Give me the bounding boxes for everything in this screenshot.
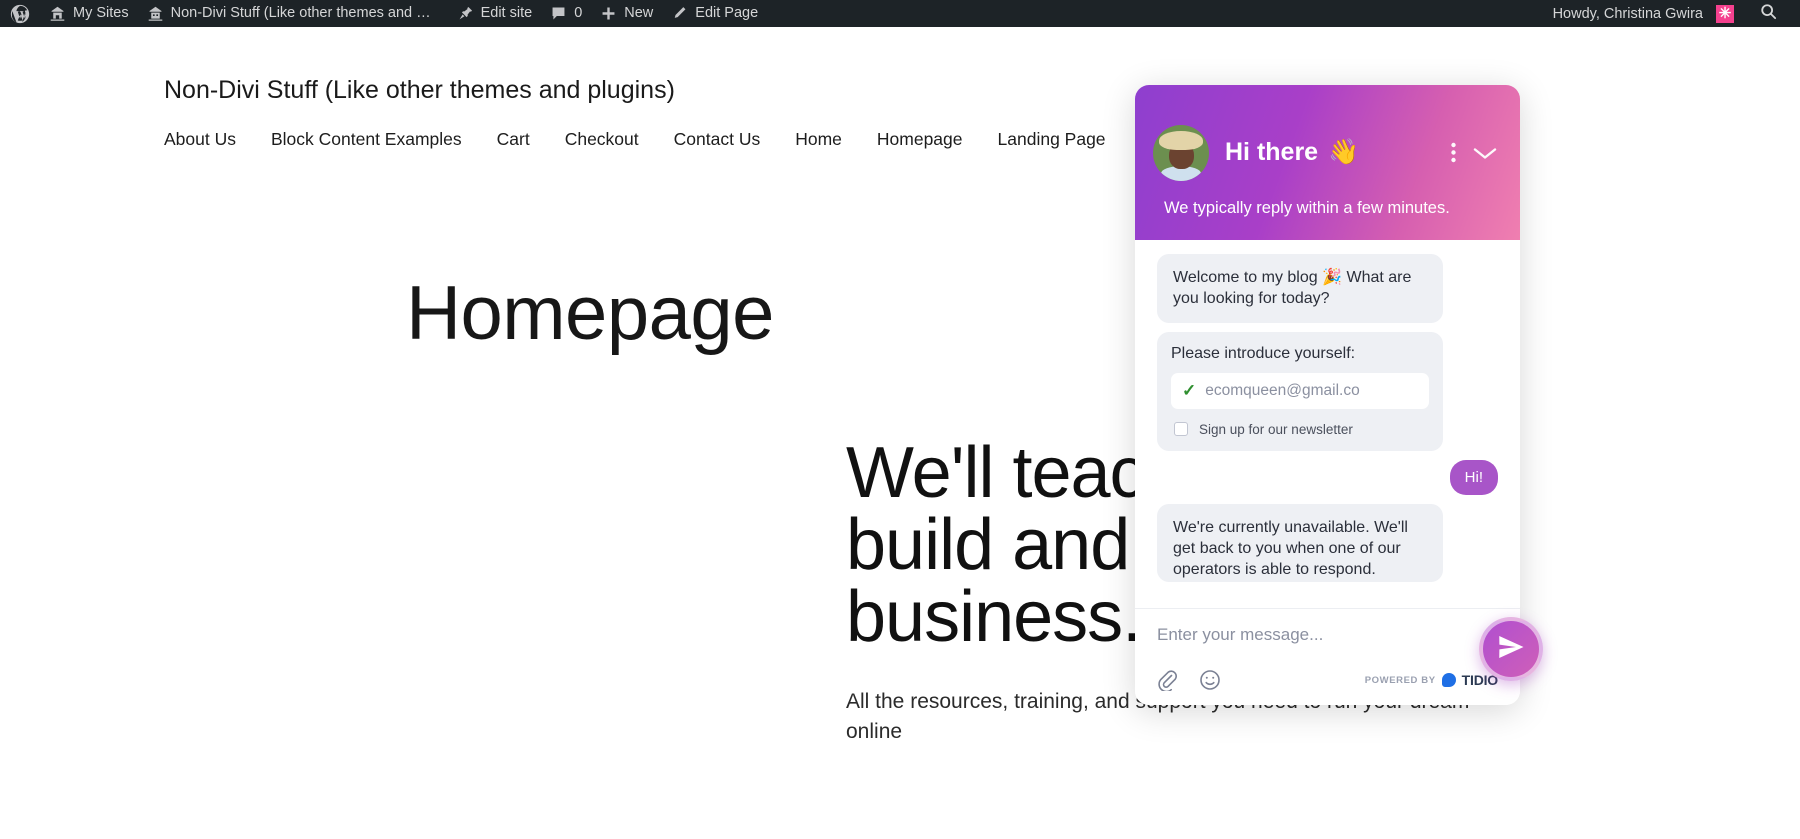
nav-item-cart[interactable]: Cart [497, 127, 547, 151]
chat-message-bot: We're currently unavailable. We'll get b… [1157, 503, 1443, 582]
site-icon [147, 5, 164, 22]
admin-bar-left-group: My Sites Non-Divi Stuff (Like other them… [0, 0, 767, 27]
chat-message-user: Hi! [1449, 459, 1498, 495]
chat-footer-row: POWERED BY TIDIO [1157, 669, 1498, 691]
page-title: Homepage [406, 271, 774, 356]
admin-bar-label: New [624, 5, 654, 21]
email-field-value: ecomqueen@gmail.co [1205, 381, 1360, 399]
admin-bar-item-edit-site[interactable]: Edit site [448, 0, 542, 27]
chat-header-actions [1451, 142, 1502, 163]
chat-message-list[interactable]: Welcome to my blog 🎉 What are you lookin… [1135, 240, 1520, 608]
admin-bar-item-site-name[interactable]: Non-Divi Stuff (Like other themes and pl… [138, 0, 448, 27]
nav-item-contact-us[interactable]: Contact Us [674, 127, 778, 151]
tidio-logo-icon [1441, 673, 1456, 687]
wordpress-logo-icon [9, 3, 31, 25]
send-icon [1496, 632, 1526, 667]
admin-bar-item-new[interactable]: New [591, 0, 662, 27]
chevron-down-icon[interactable] [1472, 145, 1498, 161]
nav-item-about-us[interactable]: About Us [164, 127, 253, 151]
nav-item-checkout[interactable]: Checkout [565, 127, 656, 151]
email-field[interactable]: ✓ ecomqueen@gmail.co [1171, 372, 1429, 409]
operator-avatar [1153, 124, 1209, 181]
pencil-icon [671, 5, 688, 22]
nav-item-block-content-examples[interactable]: Block Content Examples [271, 127, 479, 151]
chat-greeting-text: Hi there [1225, 138, 1319, 166]
chat-widget-footer: Enter your message... POWERED BY TIDIO [1135, 608, 1520, 705]
howdy-label: Howdy, Christina Gwira [1552, 5, 1703, 22]
send-button[interactable] [1479, 617, 1543, 681]
newsletter-label: Sign up for our newsletter [1199, 421, 1353, 437]
admin-bar-label: Edit site [480, 5, 533, 21]
paperclip-icon[interactable] [1157, 669, 1177, 691]
chat-widget-header: Hi there 👋 We typically reply within a f… [1135, 85, 1520, 240]
admin-bar-item-comments[interactable]: 0 [541, 0, 591, 27]
search-icon [1759, 2, 1778, 25]
admin-bar-label: Edit Page [695, 5, 759, 21]
chat-prechat-form: Please introduce yourself: ✓ ecomqueen@g… [1157, 331, 1443, 451]
admin-bar-item-edit-page[interactable]: Edit Page [662, 0, 767, 27]
admin-bar-item-my-sites[interactable]: My Sites [40, 0, 138, 27]
chat-message-bot: Welcome to my blog 🎉 What are you lookin… [1157, 254, 1443, 323]
nav-item-landing-page[interactable]: Landing Page [998, 127, 1123, 151]
waving-hand-icon: 👋 [1328, 138, 1360, 166]
newsletter-checkbox[interactable] [1174, 422, 1188, 437]
chat-greeting: Hi there 👋 [1225, 138, 1359, 167]
admin-bar-label: My Sites [73, 5, 129, 21]
comment-icon [550, 5, 567, 22]
admin-bar-label: 0 [574, 5, 583, 21]
kebab-menu-icon[interactable] [1451, 142, 1456, 163]
wp-admin-bar: My Sites Non-Divi Stuff (Like other them… [0, 0, 1800, 27]
prechat-form-label: Please introduce yourself: [1171, 344, 1356, 362]
pin-icon [457, 5, 474, 22]
nav-item-homepage[interactable]: Homepage [877, 127, 980, 151]
powered-by-label: POWERED BY [1364, 674, 1436, 686]
chat-subtitle: We typically reply within a few minutes. [1164, 199, 1450, 217]
admin-bar-right-group: Howdy, Christina Gwira ✳ [1544, 0, 1800, 27]
admin-bar-label: Non-Divi Stuff (Like other themes and pl… [170, 5, 439, 21]
site-title[interactable]: Non-Divi Stuff (Like other themes and pl… [164, 76, 675, 105]
check-icon: ✓ [1182, 381, 1197, 401]
nav-item-home[interactable]: Home [795, 127, 859, 151]
chat-widget: Hi there 👋 We typically reply within a f… [1135, 85, 1520, 705]
newsletter-checkbox-row[interactable]: Sign up for our newsletter [1171, 422, 1429, 437]
plus-icon [600, 5, 617, 22]
powered-by-tidio[interactable]: POWERED BY TIDIO [1365, 672, 1498, 688]
emoji-icon[interactable] [1199, 669, 1221, 691]
avatar: ✳ [1716, 4, 1734, 23]
message-input[interactable]: Enter your message... [1157, 625, 1498, 669]
admin-bar-search-button[interactable] [1743, 2, 1790, 25]
sites-icon [49, 5, 66, 22]
wordpress-logo-button[interactable] [0, 0, 40, 27]
chat-header-top-row: Hi there 👋 [1135, 85, 1520, 195]
admin-bar-account-menu[interactable]: Howdy, Christina Gwira ✳ [1544, 0, 1743, 27]
